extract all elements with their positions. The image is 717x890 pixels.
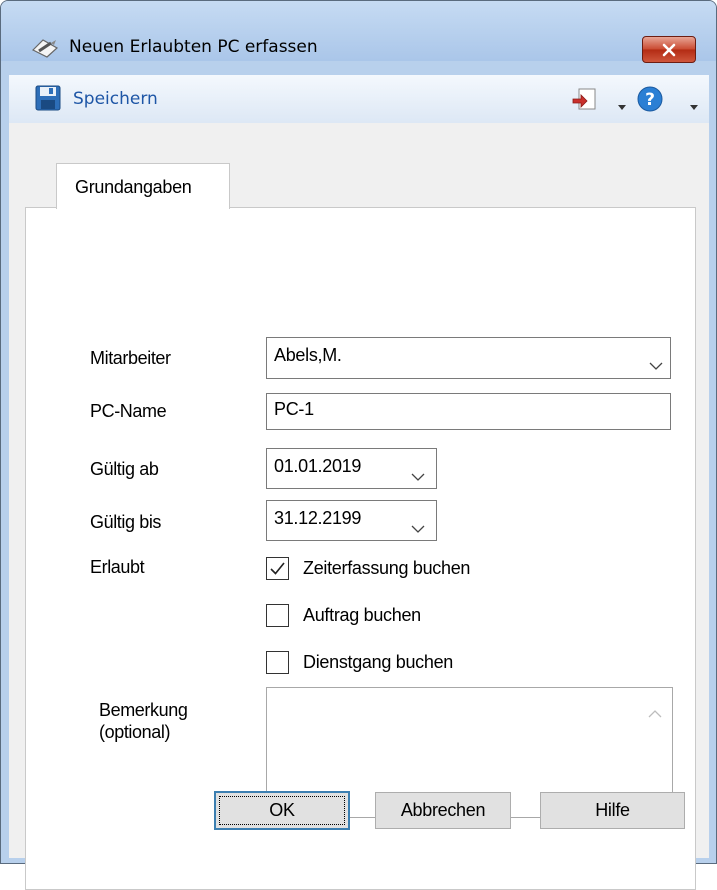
floppy-disk-icon [35, 85, 61, 116]
gueltig-bis-date-picker[interactable]: 31.12.2199 [266, 500, 437, 541]
tab-label: Grundangaben [75, 177, 192, 197]
title-bar[interactable]: Neuen Erlaubten PC erfassen [1, 1, 716, 63]
gueltig-bis-label: Gültig bis [90, 512, 162, 532]
cancel-label: Abbrechen [400, 800, 486, 820]
tab-grundangaben[interactable]: Grundangaben [56, 163, 230, 209]
auftrag-checkbox[interactable] [266, 604, 289, 627]
scroll-up-icon[interactable] [648, 702, 662, 723]
auftrag-label[interactable]: Auftrag buchen [303, 605, 421, 626]
chevron-down-icon[interactable] [411, 517, 425, 538]
pc-name-input[interactable]: PC-1 [266, 393, 671, 430]
mitarbeiter-label: Mitarbeiter [90, 348, 171, 368]
svg-text:?: ? [645, 90, 655, 110]
zeiterfassung-checkbox[interactable] [266, 557, 289, 580]
close-button[interactable] [642, 36, 696, 63]
bemerkung-optional-label: (optional) [99, 722, 171, 742]
mitarbeiter-select[interactable]: Abels,M. [266, 337, 671, 379]
gueltig-bis-value: 31.12.2199 [274, 508, 362, 528]
close-icon [662, 43, 676, 57]
pc-name-value: PC-1 [274, 399, 314, 419]
focus-rect [219, 796, 345, 825]
checkmark-icon [270, 562, 285, 575]
chevron-down-icon[interactable] [618, 95, 626, 116]
zeiterfassung-label[interactable]: Zeiterfassung buchen [303, 558, 470, 579]
gueltig-ab-label: Gültig ab [90, 459, 159, 479]
chevron-down-icon [649, 354, 663, 375]
pc-name-label: PC-Name [90, 401, 167, 421]
help-icon[interactable]: ? [637, 86, 663, 117]
tab-panel: Mitarbeiter Abels,M. PC-Name PC-1 Gültig… [25, 207, 696, 890]
gueltig-ab-value: 01.01.2019 [274, 456, 362, 476]
help-button[interactable]: Hilfe [540, 792, 685, 829]
bemerkung-label: Bemerkung [99, 700, 188, 720]
gueltig-ab-date-picker[interactable]: 01.01.2019 [266, 448, 437, 489]
dienstgang-label[interactable]: Dienstgang buchen [303, 652, 453, 673]
chevron-down-icon[interactable] [411, 465, 425, 486]
chevron-down-icon[interactable] [690, 95, 698, 116]
cancel-button[interactable]: Abbrechen [375, 792, 511, 829]
help-label: Hilfe [595, 800, 630, 820]
mitarbeiter-value: Abels,M. [274, 345, 342, 365]
import-icon[interactable] [571, 87, 597, 118]
dialog-window: Neuen Erlaubten PC erfassen Speichern ? … [0, 0, 717, 890]
erlaubt-label: Erlaubt [90, 557, 145, 577]
save-label: Speichern [73, 89, 158, 109]
dialog-content: Grundangaben Mitarbeiter Abels,M. PC-Nam… [9, 123, 709, 890]
toolbar: Speichern ? [9, 75, 709, 124]
dienstgang-checkbox[interactable] [266, 651, 289, 674]
window-title: Neuen Erlaubten PC erfassen [69, 37, 318, 57]
ok-button[interactable]: OK [214, 791, 350, 830]
note-pencil-icon [31, 36, 61, 63]
